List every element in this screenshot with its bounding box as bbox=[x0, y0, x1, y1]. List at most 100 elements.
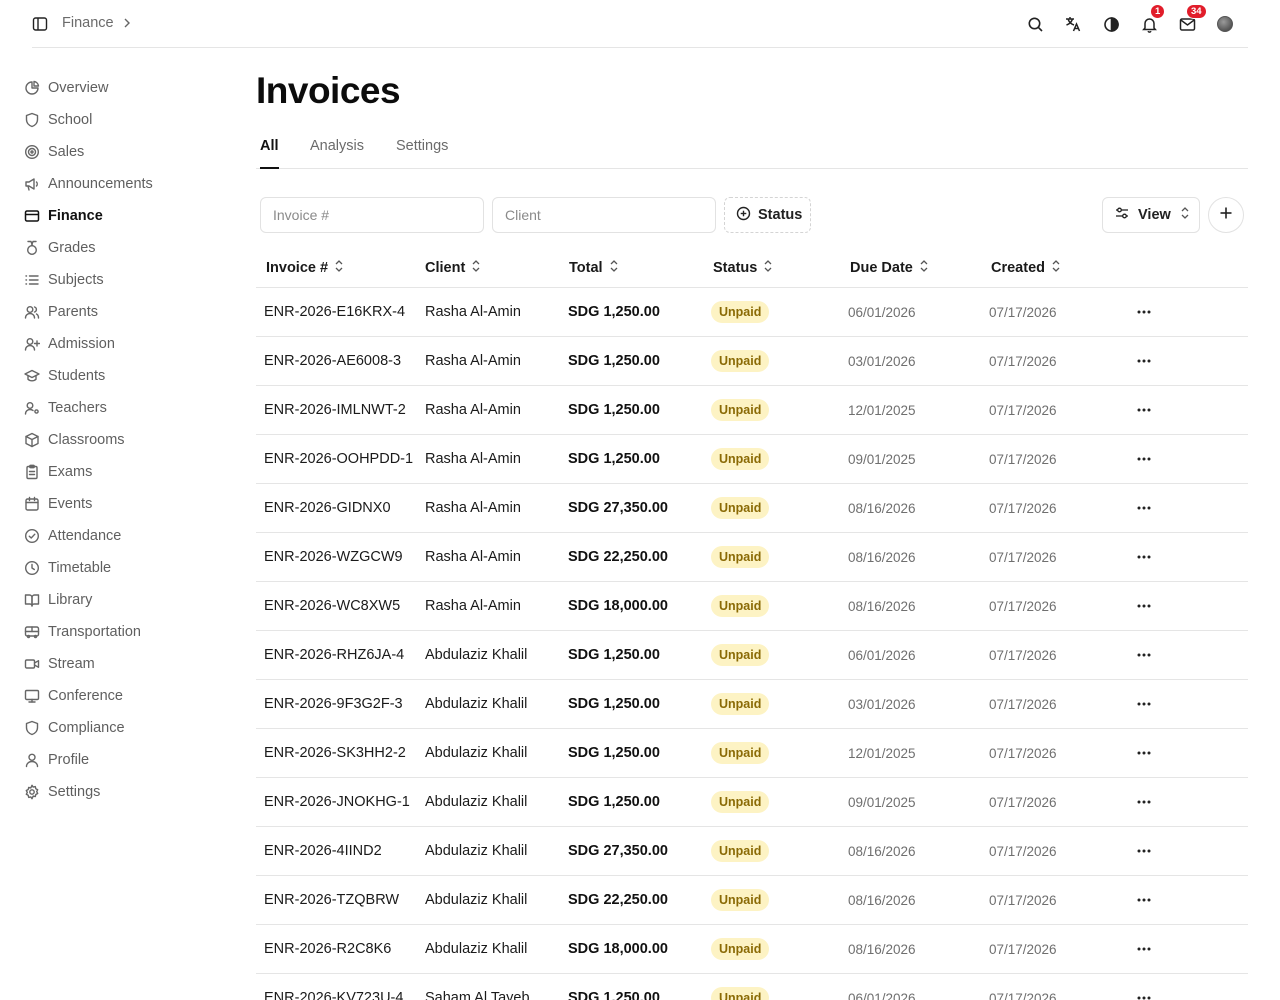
sidebar-item-classrooms[interactable]: Classrooms bbox=[23, 424, 223, 456]
invoice-number-cell[interactable]: ENR-2026-TZQBRW bbox=[264, 892, 399, 908]
sidebar-item-profile[interactable]: Profile bbox=[23, 744, 223, 776]
sidebar-item-parents[interactable]: Parents bbox=[23, 296, 223, 328]
tab-analysis[interactable]: Analysis bbox=[310, 138, 364, 169]
status-filter-button[interactable]: Status bbox=[724, 197, 811, 233]
row-actions-ellipsis-icon[interactable] bbox=[1136, 550, 1152, 564]
table-row[interactable]: ENR-2026-9F3G2F-3 Abdulaziz Khalil SDG 1,2… bbox=[256, 680, 1248, 729]
breadcrumb-finance[interactable]: Finance bbox=[62, 15, 114, 31]
sidebar-item-admission[interactable]: Admission bbox=[23, 328, 223, 360]
table-row[interactable]: ENR-2026-WC8XW5 Rasha Al-Amin SDG 18,000.0… bbox=[256, 582, 1248, 631]
sidebar-item-finance[interactable]: Finance bbox=[23, 200, 223, 232]
row-actions-ellipsis-icon[interactable] bbox=[1136, 746, 1152, 760]
invoice-number-cell[interactable]: ENR-2026-WC8XW5 bbox=[264, 598, 400, 614]
theme-toggle-icon[interactable] bbox=[1092, 13, 1130, 35]
invoice-number-cell[interactable]: ENR-2026-RHZ6JA-4 bbox=[264, 647, 404, 663]
row-actions-ellipsis-icon[interactable] bbox=[1136, 844, 1152, 858]
invoice-number-cell[interactable]: ENR-2026-IMLNWT-2 bbox=[264, 402, 406, 418]
sidebar-item-settings[interactable]: Settings bbox=[23, 776, 223, 808]
column-header-created[interactable]: Created bbox=[991, 259, 1061, 277]
row-actions-ellipsis-icon[interactable] bbox=[1136, 942, 1152, 956]
row-actions-ellipsis-icon[interactable] bbox=[1136, 305, 1152, 319]
invoice-number-cell[interactable]: ENR-2026-OOHPDD-1 bbox=[264, 451, 413, 467]
table-row[interactable]: ENR-2026-JNOKHG-1 Abdulaziz Khalil SDG 1,2… bbox=[256, 778, 1248, 827]
table-row[interactable]: ENR-2026-4IIND2 Abdulaziz Khalil SDG 27,35… bbox=[256, 827, 1248, 876]
row-actions-ellipsis-icon[interactable] bbox=[1136, 893, 1152, 907]
sidebar-item-conference[interactable]: Conference bbox=[23, 680, 223, 712]
table-row[interactable]: ENR-2026-IMLNWT-2 Rasha Al-Amin SDG 1,250.… bbox=[256, 386, 1248, 435]
table-row[interactable]: ENR-2026-AE6008-3 Rasha Al-Amin SDG 1,250.… bbox=[256, 337, 1248, 386]
table-row[interactable]: ENR-2026-OOHPDD-1 Rasha Al-Amin SDG 1,250.… bbox=[256, 435, 1248, 484]
search-icon[interactable] bbox=[1016, 13, 1054, 35]
table-row[interactable]: ENR-2026-GIDNX0 Rasha Al-Amin SDG 27,350.0… bbox=[256, 484, 1248, 533]
row-actions-ellipsis-icon[interactable] bbox=[1136, 795, 1152, 809]
table-row[interactable]: ENR-2026-R2C8K6 Abdulaziz Khalil SDG 18,00… bbox=[256, 925, 1248, 974]
sidebar-item-teachers[interactable]: Teachers bbox=[23, 392, 223, 424]
column-header-client[interactable]: Client bbox=[425, 259, 481, 277]
invoice-number-cell[interactable]: ENR-2026-JNOKHG-1 bbox=[264, 794, 410, 810]
created-cell: 07/17/2026 bbox=[989, 795, 1057, 810]
column-header-invoice-number[interactable]: Invoice # bbox=[266, 259, 344, 277]
add-invoice-button[interactable] bbox=[1208, 197, 1244, 233]
invoice-number-cell[interactable]: ENR-2026-4IIND2 bbox=[264, 843, 382, 859]
invoice-filter-input[interactable] bbox=[260, 197, 484, 233]
row-actions-ellipsis-icon[interactable] bbox=[1136, 697, 1152, 711]
row-actions-ellipsis-icon[interactable] bbox=[1136, 501, 1152, 515]
table-row[interactable]: ENR-2026-TZQBRW Abdulaziz Khalil SDG 22,25… bbox=[256, 876, 1248, 925]
sidebar-item-label: Teachers bbox=[48, 400, 107, 416]
table-row[interactable]: ENR-2026-SK3HH2-2 Abdulaziz Khalil SDG 1,2… bbox=[256, 729, 1248, 778]
sidebar-item-label: Subjects bbox=[48, 272, 104, 288]
table-row[interactable]: ENR-2026-WZGCW9 Rasha Al-Amin SDG 22,250.0… bbox=[256, 533, 1248, 582]
table-row[interactable]: ENR-2026-KV723U-4 Saham Al Tayeb SDG 1,250… bbox=[256, 974, 1248, 1000]
tab-settings[interactable]: Settings bbox=[396, 138, 448, 169]
due-date-cell: 08/16/2026 bbox=[848, 893, 916, 908]
user-avatar[interactable] bbox=[1206, 13, 1244, 35]
view-options-button[interactable]: View bbox=[1102, 197, 1200, 233]
invoice-number-cell[interactable]: ENR-2026-SK3HH2-2 bbox=[264, 745, 406, 761]
plus-icon bbox=[1219, 206, 1233, 225]
sidebar-item-announcements[interactable]: Announcements bbox=[23, 168, 223, 200]
mail-icon[interactable]: 34 bbox=[1168, 4, 1207, 35]
invoice-number-cell[interactable]: ENR-2026-E16KRX-4 bbox=[264, 304, 405, 320]
column-header-due-date[interactable]: Due Date bbox=[850, 259, 929, 277]
sidebar-item-label: Transportation bbox=[48, 624, 141, 640]
bell-icon[interactable]: 1 bbox=[1130, 4, 1168, 35]
sort-icon bbox=[334, 259, 344, 277]
table-row[interactable]: ENR-2026-E16KRX-4 Rasha Al-Amin SDG 1,250.… bbox=[256, 288, 1248, 337]
status-badge: Unpaid bbox=[711, 546, 770, 568]
table-row[interactable]: ENR-2026-RHZ6JA-4 Abdulaziz Khalil SDG 1,2… bbox=[256, 631, 1248, 680]
tab-all[interactable]: All bbox=[260, 138, 279, 169]
invoice-number-cell[interactable]: ENR-2026-KV723U-4 bbox=[264, 990, 403, 1000]
sidebar-item-timetable[interactable]: Timetable bbox=[23, 552, 223, 584]
sidebar-item-events[interactable]: Events bbox=[23, 488, 223, 520]
sidebar-item-overview[interactable]: Overview bbox=[23, 72, 223, 104]
sidebar-item-subjects[interactable]: Subjects bbox=[23, 264, 223, 296]
column-header-status[interactable]: Status bbox=[713, 259, 773, 277]
sidebar-item-stream[interactable]: Stream bbox=[23, 648, 223, 680]
client-filter-input[interactable] bbox=[492, 197, 716, 233]
row-actions-ellipsis-icon[interactable] bbox=[1136, 452, 1152, 466]
invoice-number-cell[interactable]: ENR-2026-WZGCW9 bbox=[264, 549, 403, 565]
sidebar-item-grades[interactable]: Grades bbox=[23, 232, 223, 264]
sidebar-item-exams[interactable]: Exams bbox=[23, 456, 223, 488]
invoice-number-cell[interactable]: ENR-2026-R2C8K6 bbox=[264, 941, 391, 957]
sidebar-item-students[interactable]: Students bbox=[23, 360, 223, 392]
book-open-icon bbox=[23, 592, 40, 609]
row-actions-ellipsis-icon[interactable] bbox=[1136, 648, 1152, 662]
column-header-total[interactable]: Total bbox=[569, 259, 619, 277]
sidebar-item-transportation[interactable]: Transportation bbox=[23, 616, 223, 648]
invoice-number-cell[interactable]: ENR-2026-9F3G2F-3 bbox=[264, 696, 403, 712]
sidebar-item-school[interactable]: School bbox=[23, 104, 223, 136]
row-actions-ellipsis-icon[interactable] bbox=[1136, 599, 1152, 613]
row-actions-ellipsis-icon[interactable] bbox=[1136, 991, 1152, 1000]
sidebar-item-attendance[interactable]: Attendance bbox=[23, 520, 223, 552]
row-actions-ellipsis-icon[interactable] bbox=[1136, 403, 1152, 417]
invoice-number-cell[interactable]: ENR-2026-AE6008-3 bbox=[264, 353, 401, 369]
sidebar-item-library[interactable]: Library bbox=[23, 584, 223, 616]
row-actions-ellipsis-icon[interactable] bbox=[1136, 354, 1152, 368]
status-badge: Unpaid bbox=[711, 889, 770, 911]
sidebar-item-compliance[interactable]: Compliance bbox=[23, 712, 223, 744]
invoice-number-cell[interactable]: ENR-2026-GIDNX0 bbox=[264, 500, 391, 516]
sidebar-item-sales[interactable]: Sales bbox=[23, 136, 223, 168]
translate-icon[interactable] bbox=[1054, 13, 1092, 35]
sidebar-toggle-icon[interactable] bbox=[31, 15, 49, 33]
